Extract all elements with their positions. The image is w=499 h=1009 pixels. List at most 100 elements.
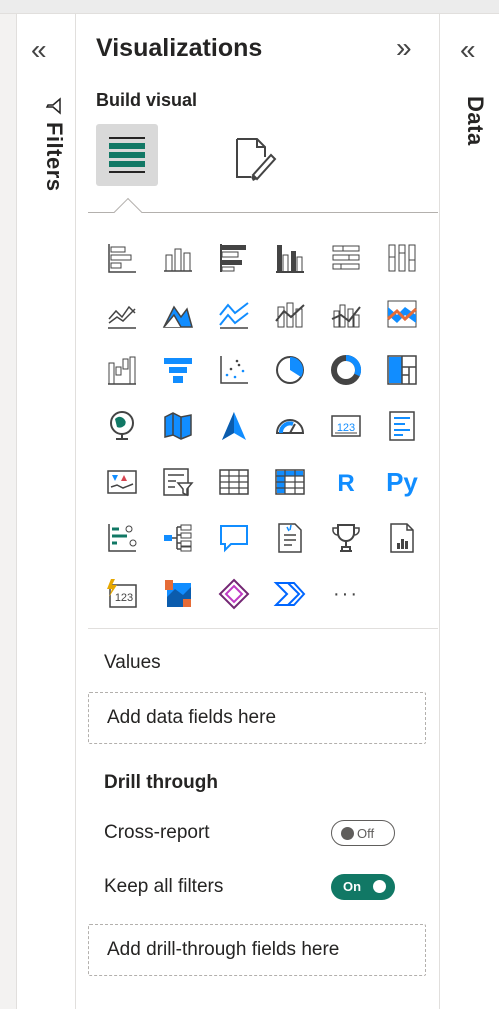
stacked-column-chart-button[interactable] xyxy=(150,230,206,286)
100-stacked-column-chart-button[interactable] xyxy=(374,230,430,286)
qa-icon xyxy=(220,525,248,553)
power-automate-icon xyxy=(273,582,306,606)
100-stacked-bar-chart-button[interactable] xyxy=(318,230,374,286)
svg-text:R: R xyxy=(337,470,354,497)
build-visual-tab[interactable] xyxy=(96,124,158,186)
kpi-icon xyxy=(107,470,137,494)
toggle-knob xyxy=(373,880,386,893)
multi-row-card-icon xyxy=(389,411,415,441)
kpi-button[interactable] xyxy=(94,454,150,510)
svg-text:123: 123 xyxy=(115,592,133,604)
goals-icon xyxy=(332,524,360,552)
slicer-button[interactable] xyxy=(150,454,206,510)
filter-icon xyxy=(45,97,61,115)
drill-through-label: Drill through xyxy=(104,772,218,793)
area-chart-icon xyxy=(162,305,193,328)
tab-indicator xyxy=(113,197,143,227)
data-collapse-button[interactable]: « xyxy=(460,36,476,64)
100-stacked-column-chart-icon xyxy=(388,244,416,272)
cross-report-label: Cross-report xyxy=(104,822,210,843)
keep-all-filters-label: Keep all filters xyxy=(104,876,224,897)
drill-through-drop-zone[interactable]: Add drill-through fields here xyxy=(88,924,426,976)
line-clustered-column-chart-icon xyxy=(331,304,361,328)
stacked-bar-chart-button[interactable] xyxy=(94,230,150,286)
visualizations-pane: Visualizations » Build visual 123 R Py 1… xyxy=(76,14,439,1009)
filters-pane: « Filters xyxy=(16,14,76,1009)
toggle-state-text: Off xyxy=(357,826,375,841)
power-apps-button[interactable] xyxy=(206,566,262,622)
gallery-divider xyxy=(88,628,438,629)
area-chart-button[interactable] xyxy=(150,286,206,342)
format-visual-tab[interactable] xyxy=(226,130,282,186)
line-stacked-column-chart-icon xyxy=(275,302,305,328)
ribbon-chart-icon xyxy=(387,300,418,328)
clustered-bar-chart-icon xyxy=(220,244,246,272)
100-stacked-bar-chart-icon xyxy=(332,245,360,270)
matrix-icon xyxy=(275,469,305,495)
donut-chart-icon xyxy=(331,354,362,385)
gauge-icon xyxy=(275,419,305,434)
decomposition-tree-button[interactable] xyxy=(150,510,206,566)
paginated-report-icon xyxy=(390,523,414,553)
line-stacked-column-chart-button[interactable] xyxy=(262,286,318,342)
goals-button[interactable] xyxy=(318,510,374,566)
data-pane: « Data xyxy=(439,14,499,1009)
filters-pane-toggle[interactable]: Filters xyxy=(39,96,69,192)
arcgis-map-icon xyxy=(165,580,191,607)
values-label: Values xyxy=(104,652,161,673)
treemap-button[interactable] xyxy=(374,342,430,398)
top-bar xyxy=(0,0,499,14)
funnel-chart-button[interactable] xyxy=(150,342,206,398)
new-card-button[interactable]: 123 xyxy=(94,566,150,622)
scatter-chart-button[interactable] xyxy=(206,342,262,398)
cross-report-toggle[interactable]: Off xyxy=(331,820,395,846)
more-visuals-icon: ··· xyxy=(333,582,359,605)
clustered-bar-chart-button[interactable] xyxy=(206,230,262,286)
power-apps-icon xyxy=(218,578,250,610)
paginated-report-button[interactable] xyxy=(374,510,430,566)
power-automate-button[interactable] xyxy=(262,566,318,622)
arcgis-map-button[interactable] xyxy=(150,566,206,622)
treemap-icon xyxy=(387,355,417,385)
waterfall-chart-button[interactable] xyxy=(94,342,150,398)
filters-collapse-button[interactable]: « xyxy=(31,36,47,64)
card-button[interactable]: 123 xyxy=(318,398,374,454)
qa-button[interactable] xyxy=(206,510,262,566)
line-chart-button[interactable] xyxy=(94,286,150,342)
ribbon-chart-button[interactable] xyxy=(374,286,430,342)
values-drop-zone[interactable]: Add data fields here xyxy=(88,692,426,744)
multi-row-card-button[interactable] xyxy=(374,398,430,454)
azure-map-button[interactable] xyxy=(206,398,262,454)
visualizations-expand-button[interactable]: » xyxy=(396,34,412,62)
data-pane-toggle[interactable]: Data xyxy=(462,96,488,146)
decomposition-tree-icon xyxy=(164,524,192,552)
r-visual-button[interactable]: R xyxy=(318,454,374,510)
build-visual-icon xyxy=(109,137,145,173)
keep-all-filters-toggle[interactable]: On xyxy=(331,874,395,900)
map-icon xyxy=(110,411,134,440)
more-visuals-button[interactable]: ··· xyxy=(318,566,374,622)
toggle-state-text: On xyxy=(343,879,362,894)
map-button[interactable] xyxy=(94,398,150,454)
line-clustered-column-chart-button[interactable] xyxy=(318,286,374,342)
python-visual-button[interactable]: Py xyxy=(374,454,430,510)
matrix-button[interactable] xyxy=(262,454,318,510)
smart-narrative-button[interactable] xyxy=(262,510,318,566)
filters-label: Filters xyxy=(42,122,67,192)
key-influencers-button[interactable] xyxy=(94,510,150,566)
donut-chart-button[interactable] xyxy=(318,342,374,398)
pie-chart-icon xyxy=(276,356,304,384)
key-influencers-icon xyxy=(108,524,137,552)
pie-chart-button[interactable] xyxy=(262,342,318,398)
drill-through-drop-text: Add drill-through fields here xyxy=(107,939,340,960)
filled-map-button[interactable] xyxy=(150,398,206,454)
new-card-icon: 123 xyxy=(107,579,137,608)
smart-narrative-icon xyxy=(278,523,302,553)
clustered-column-chart-button[interactable] xyxy=(262,230,318,286)
gauge-button[interactable] xyxy=(262,398,318,454)
format-visual-icon xyxy=(236,138,277,181)
pane-title: Visualizations xyxy=(96,34,263,62)
table-button[interactable] xyxy=(206,454,262,510)
stacked-area-chart-button[interactable] xyxy=(206,286,262,342)
funnel-chart-icon xyxy=(164,358,192,383)
